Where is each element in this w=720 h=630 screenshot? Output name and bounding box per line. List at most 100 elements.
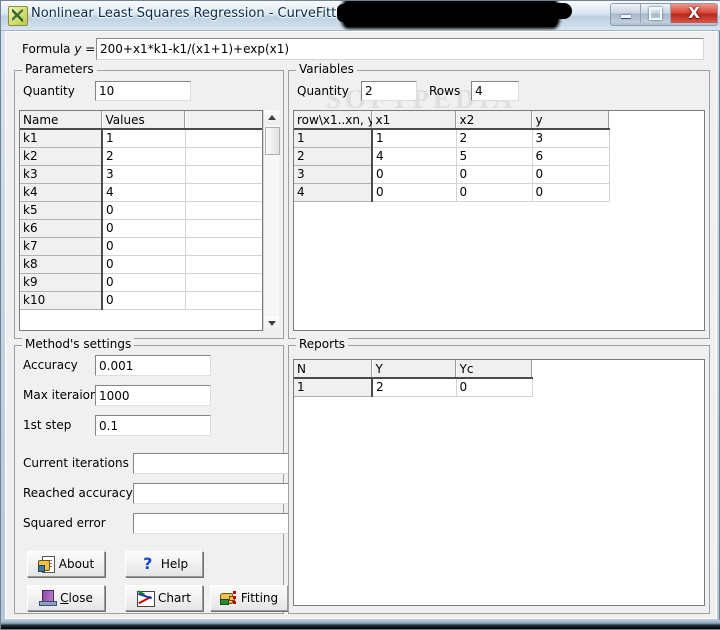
variables-cell-filler[interactable] [609,165,704,183]
parameters-cell-name[interactable]: k8 [20,255,103,274]
parameters-cell-value[interactable]: 0 [102,255,186,274]
variables-cell-row[interactable]: 4 [294,183,373,202]
parameters-cell-filler[interactable] [185,237,262,256]
parameters-cell-filler[interactable] [185,273,262,292]
reports-cell-n[interactable]: 1 [294,378,373,397]
maximize-button[interactable] [641,4,671,23]
parameters-cell-filler[interactable] [185,219,262,238]
parameters-cell-filler[interactable] [185,201,262,220]
table-row[interactable]: 1123 [294,129,704,148]
current-iterations-output[interactable] [133,453,289,474]
parameters-scrollbar[interactable] [263,110,280,331]
parameters-cell-value[interactable]: 0 [102,201,186,220]
table-row[interactable]: k2 2 [20,147,262,166]
variables-cell-row[interactable]: 2 [294,147,373,166]
parameters-quantity-input[interactable] [95,81,191,101]
parameters-cell-name[interactable]: k1 [20,129,103,148]
reached-accuracy-output[interactable] [133,483,289,504]
parameters-cell-name[interactable]: k10 [20,291,103,310]
fitting-button[interactable]: Fitting [210,585,288,611]
parameters-cell-value[interactable]: 0 [102,237,186,256]
reports-cell-yc[interactable]: 0 [456,378,533,397]
curve-icon[interactable] [8,6,28,26]
table-row[interactable]: 120 [294,378,704,397]
parameters-cell-value[interactable]: 0 [102,219,186,238]
minimize-button[interactable] [611,4,641,23]
parameters-cell-value[interactable]: 0 [102,273,186,292]
variables-cell-x2[interactable]: 2 [456,129,533,148]
variables-cell-row[interactable]: 3 [294,165,373,184]
table-row[interactable]: 4000 [294,183,704,202]
variables-cell-y[interactable]: 0 [532,183,610,202]
table-row[interactable]: k6 0 [20,219,262,238]
parameters-cell-filler[interactable] [185,291,262,310]
help-button[interactable]: ? Help [125,551,203,577]
variables-cell-x1[interactable]: 0 [372,183,457,202]
variables-rows-input[interactable] [471,81,519,101]
variables-cell-y[interactable]: 0 [532,165,610,184]
reports-cell-y[interactable]: 2 [372,378,457,397]
parameters-cell-value[interactable]: 2 [102,147,186,166]
close-window-button[interactable]: X [671,4,717,23]
scrollbar-thumb[interactable] [265,127,280,155]
parameters-cell-value[interactable]: 3 [102,165,186,184]
parameters-cell-value[interactable]: 1 [102,129,186,148]
parameters-group: Parameters Quantity Name Values k11k22k3… [14,62,284,339]
parameters-cell-filler[interactable] [185,129,262,148]
parameters-cell-name[interactable]: k6 [20,219,103,238]
variables-cell-y[interactable]: 3 [532,129,610,148]
about-button[interactable]: About [27,551,105,577]
variables-cell-x2[interactable]: 5 [456,147,533,166]
variables-cell-filler[interactable] [609,129,704,147]
table-row[interactable]: k7 0 [20,237,262,256]
parameters-cell-filler[interactable] [185,183,262,202]
scroll-down-button[interactable] [264,316,279,331]
close-button[interactable]: Close [27,585,105,611]
variables-cell-x1[interactable]: 4 [372,147,457,166]
formula-input[interactable] [96,38,704,60]
reports-grid[interactable]: N Y Yc 120 [293,359,705,606]
parameters-cell-filler[interactable] [185,255,262,274]
variables-cell-row[interactable]: 1 [294,129,373,148]
accuracy-input[interactable] [95,355,211,376]
variables-cell-x1[interactable]: 0 [372,165,457,184]
table-row[interactable]: k5 0 [20,201,262,220]
parameters-cell-name[interactable]: k7 [20,237,103,256]
table-row[interactable]: k8 0 [20,255,262,274]
variables-grid[interactable]: row\x1..xn, y x1 x2 y 1123245630004000 [293,110,705,331]
table-row[interactable]: 2456 [294,147,704,166]
max-iteration-input[interactable] [95,385,211,406]
parameters-cell-value[interactable]: 0 [102,291,186,310]
table-row[interactable]: k10 0 [20,291,262,310]
parameters-cell-name[interactable]: k5 [20,201,103,220]
variables-quantity-input[interactable] [361,81,417,101]
table-row[interactable]: k9 0 [20,273,262,292]
variables-cell-filler[interactable] [609,183,704,201]
table-row[interactable]: k3 3 [20,165,262,184]
variables-cell-x2[interactable]: 0 [456,183,533,202]
table-row[interactable]: k1 1 [20,129,262,148]
parameters-cell-filler[interactable] [185,165,262,184]
table-row[interactable]: 3000 [294,165,704,184]
variables-cell-x1[interactable]: 1 [372,129,457,148]
scroll-up-button[interactable] [264,110,279,125]
reports-cell-filler[interactable] [532,378,704,396]
table-row[interactable]: k4 4 [20,183,262,202]
variables-cell-filler[interactable] [609,147,704,165]
accuracy-label: Accuracy [23,358,78,372]
variables-cell-x2[interactable]: 0 [456,165,533,184]
parameters-grid[interactable]: Name Values k1 1 k2 2 k3 3 k4 4 k5 0 k6 0 k7 0 k8 0 k9 0 k… [19,110,263,331]
parameters-cell-value[interactable]: 4 [102,183,186,202]
parameters-cell-filler[interactable] [185,147,262,166]
reports-legend: Reports [296,337,349,351]
squared-error-output[interactable] [133,513,289,534]
chart-button[interactable]: Chart [125,585,203,611]
parameters-cell-name[interactable]: k2 [20,147,103,166]
redaction-overlay [337,1,572,27]
parameters-cell-name[interactable]: k3 [20,165,103,184]
parameters-cell-name[interactable]: k9 [20,273,103,292]
variables-cell-y[interactable]: 6 [532,147,610,166]
first-step-input[interactable] [95,415,211,436]
parameters-cell-name[interactable]: k4 [20,183,103,202]
parameters-header-row: Name Values [20,111,262,130]
